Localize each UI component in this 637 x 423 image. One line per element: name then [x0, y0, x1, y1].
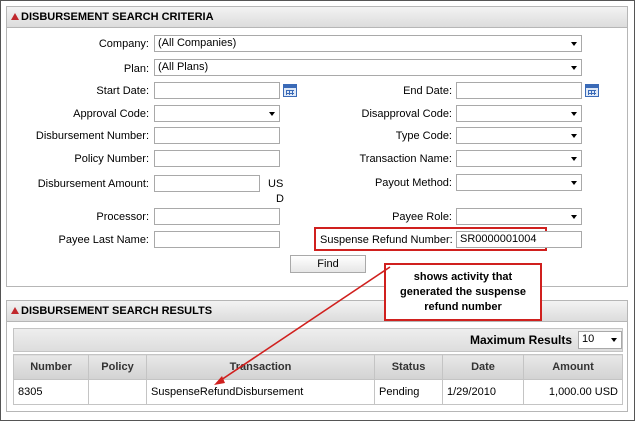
chevron-down-icon: [571, 112, 577, 116]
chevron-down-icon: [571, 181, 577, 185]
suspense-refund-input[interactable]: SR0000001004: [456, 231, 582, 248]
company-select[interactable]: (All Companies): [154, 35, 582, 52]
cell-policy: [88, 379, 147, 405]
max-results-value: 10: [582, 333, 595, 345]
suspense-refund-label: Suspense Refund Number:: [320, 234, 453, 246]
end-date-input[interactable]: [456, 82, 582, 99]
currency-label-line2: D: [276, 193, 284, 205]
transaction-name-label: Transaction Name:: [359, 153, 452, 165]
calendar-icon[interactable]: [585, 84, 599, 97]
policy-number-label: Policy Number:: [74, 153, 149, 165]
cell-transaction[interactable]: SuspenseRefundDisbursement: [146, 379, 375, 405]
company-label: Company:: [98, 38, 149, 50]
collapse-triangle-icon[interactable]: [11, 307, 19, 314]
payee-last-name-input[interactable]: [154, 231, 280, 248]
disbursement-amount-input[interactable]: [154, 175, 260, 192]
payout-method-select[interactable]: [456, 174, 582, 191]
disbursement-number-label: Disbursement Number:: [35, 130, 149, 142]
criteria-title: DISBURSEMENT SEARCH CRITERIA: [21, 11, 214, 23]
cell-amount: 1,000.00 USD: [523, 379, 623, 405]
column-header[interactable]: Number: [13, 354, 89, 380]
type-code-label: Type Code:: [395, 130, 452, 142]
processor-label: Processor:: [96, 211, 149, 223]
max-results-label: Maximum Results: [470, 333, 573, 347]
criteria-header: DISBURSEMENT SEARCH CRITERIA: [7, 7, 627, 28]
currency-label-line1: US: [268, 178, 284, 190]
cell-status: Pending: [374, 379, 443, 405]
column-header[interactable]: Amount: [523, 354, 623, 380]
start-date-label: Start Date:: [96, 85, 149, 97]
callout-box: shows activity that generated the suspen…: [384, 263, 542, 321]
column-header[interactable]: Transaction: [146, 354, 375, 380]
start-date-input[interactable]: [154, 82, 280, 99]
cell-date: 1/29/2010: [442, 379, 524, 405]
disbursement-number-input[interactable]: [154, 127, 280, 144]
type-code-select[interactable]: [456, 127, 582, 144]
table-row[interactable]: 8305 SuspenseRefundDisbursement Pending …: [13, 379, 623, 405]
plan-select[interactable]: (All Plans): [154, 59, 582, 76]
chevron-down-icon: [611, 338, 617, 342]
cell-number: 8305: [13, 379, 89, 405]
chevron-down-icon: [571, 134, 577, 138]
find-button[interactable]: Find: [290, 255, 366, 273]
callout-text: shows activity that generated the suspen…: [400, 270, 526, 313]
disapproval-code-label: Disapproval Code:: [361, 108, 453, 120]
column-header[interactable]: Date: [442, 354, 524, 380]
calendar-icon[interactable]: [283, 84, 297, 97]
plan-select-value: (All Plans): [158, 61, 209, 73]
disbursement-amount-label: Disbursement Amount:: [37, 178, 149, 190]
payee-role-select[interactable]: [456, 208, 582, 225]
table-header-row: Number Policy Transaction Status Date Am…: [13, 354, 623, 380]
plan-label: Plan:: [123, 63, 149, 75]
column-header[interactable]: Status: [374, 354, 443, 380]
payee-last-name-label: Payee Last Name:: [58, 234, 150, 246]
collapse-triangle-icon[interactable]: [11, 13, 19, 20]
chevron-down-icon: [571, 66, 577, 70]
results-table: Number Policy Transaction Status Date Am…: [13, 354, 623, 405]
chevron-down-icon: [269, 112, 275, 116]
column-header[interactable]: Policy: [88, 354, 147, 380]
chevron-down-icon: [571, 42, 577, 46]
chevron-down-icon: [571, 215, 577, 219]
approval-code-label: Approval Code:: [73, 108, 149, 120]
disapproval-code-select[interactable]: [456, 105, 582, 122]
company-select-value: (All Companies): [158, 37, 237, 49]
results-title: DISBURSEMENT SEARCH RESULTS: [21, 305, 213, 317]
max-results-select[interactable]: 10: [578, 331, 622, 349]
processor-input[interactable]: [154, 208, 280, 225]
end-date-label: End Date:: [403, 85, 452, 97]
payee-role-label: Payee Role:: [392, 211, 452, 223]
policy-number-input[interactable]: [154, 150, 280, 167]
approval-code-select[interactable]: [154, 105, 280, 122]
chevron-down-icon: [571, 157, 577, 161]
transaction-name-select[interactable]: [456, 150, 582, 167]
payout-method-label: Payout Method:: [374, 177, 452, 189]
